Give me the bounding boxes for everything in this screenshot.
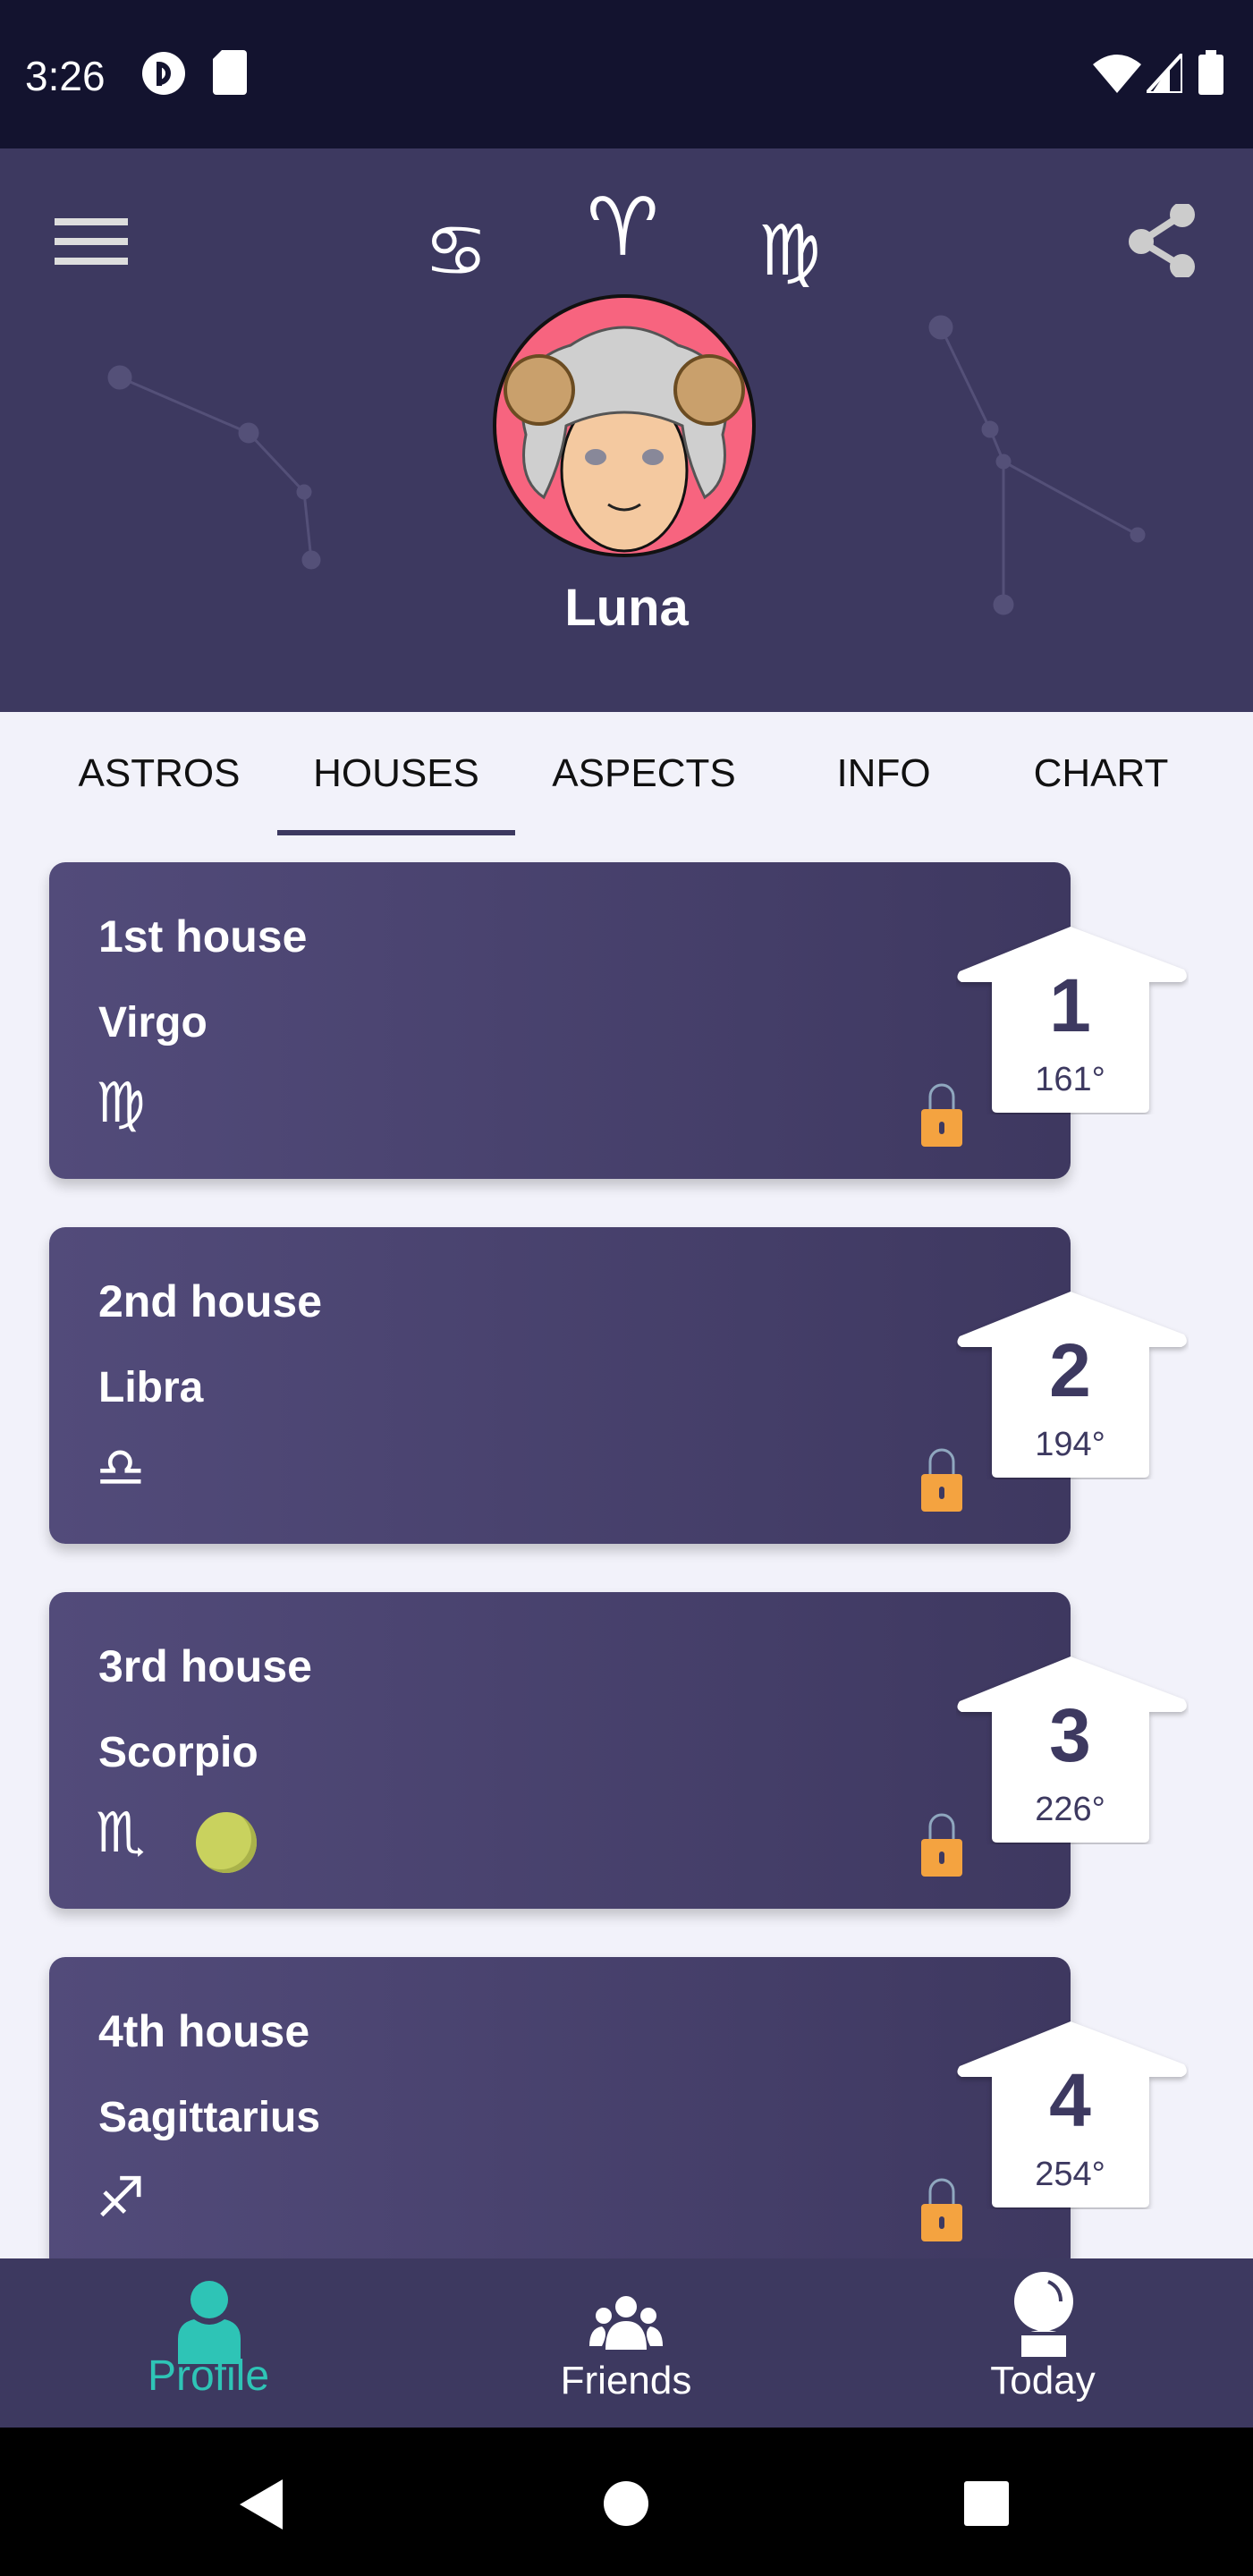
house-degree: 254°: [1035, 2156, 1105, 2193]
system-navigation-bar: [0, 2428, 1253, 2576]
tab-aspects[interactable]: ASPECTS: [528, 751, 760, 796]
nav-friends-label: Friends: [560, 2359, 692, 2402]
sd-card-icon: [213, 50, 247, 95]
crystal-ball-icon: [1014, 2272, 1073, 2357]
avatar[interactable]: [490, 292, 758, 560]
tab-bar: ASTROS HOUSES ASPECTS INFO CHART: [0, 742, 1253, 841]
nav-friends[interactable]: Friends: [492, 2258, 760, 2428]
tab-houses[interactable]: HOUSES: [280, 751, 512, 796]
house-card[interactable]: 1st house Virgo ♍︎: [49, 862, 1071, 1179]
home-icon[interactable]: [604, 2481, 648, 2526]
house-number-badge: 4 254°: [956, 2020, 1189, 2209]
sagittarius-icon: ♐︎: [96, 2165, 146, 2230]
house-number-badge: 1 161°: [956, 925, 1189, 1114]
house-degree: 161°: [1035, 1061, 1105, 1098]
house-title: 1st house: [98, 911, 308, 962]
bottom-navigation: Profile Friends Today: [0, 2258, 1253, 2428]
nav-today-label: Today: [990, 2359, 1096, 2402]
nav-profile[interactable]: Profile: [74, 2258, 343, 2428]
nav-profile-label: Profile: [147, 2352, 270, 2400]
house-sign-name: Libra: [98, 1364, 204, 1411]
house-title: 2nd house: [98, 1276, 323, 1326]
tab-astros[interactable]: ASTROS: [43, 751, 275, 796]
house-title: 3rd house: [98, 1641, 312, 1691]
aries-icon: ♈︎: [587, 181, 659, 275]
tab-info[interactable]: INFO: [767, 751, 1000, 796]
scorpio-icon: ♏︎: [96, 1800, 146, 1865]
house-number: 1: [1049, 963, 1091, 1047]
house-number: 3: [1049, 1693, 1091, 1777]
wifi-icon: [1093, 55, 1141, 93]
virgo-icon: ♍︎: [758, 211, 821, 292]
profile-header: ♋︎ ♈︎ ♍︎ Luna: [0, 148, 1253, 712]
tab-chart[interactable]: CHART: [985, 751, 1217, 796]
house-degree: 226°: [1035, 1791, 1105, 1828]
status-bar: 3:26: [0, 0, 1253, 148]
active-tab-indicator: [277, 830, 515, 835]
house-number: 4: [1049, 2058, 1091, 2142]
share-icon[interactable]: [1129, 204, 1197, 277]
nav-today[interactable]: Today: [909, 2258, 1177, 2428]
recents-icon[interactable]: [964, 2481, 1009, 2526]
hamburger-menu-icon[interactable]: [55, 218, 128, 265]
libra-icon: ♎︎: [96, 1435, 146, 1500]
house-sign-name: Sagittarius: [98, 2094, 321, 2141]
pocket-casts-icon: [142, 52, 185, 95]
house-card[interactable]: 4th house Sagittarius ♐︎: [49, 1957, 1071, 2274]
house-number-badge: 2 194°: [956, 1290, 1189, 1479]
back-icon[interactable]: [240, 2479, 284, 2529]
house-card[interactable]: 3rd house Scorpio ♏︎: [49, 1592, 1071, 1909]
house-title: 4th house: [98, 2006, 310, 2056]
virgo-icon: ♍︎: [96, 1070, 146, 1135]
house-sign-name: Virgo: [98, 999, 207, 1046]
battery-icon: [1198, 50, 1223, 95]
house-number: 2: [1049, 1328, 1091, 1412]
house-card[interactable]: 2nd house Libra ♎︎: [49, 1227, 1071, 1544]
house-sign-name: Scorpio: [98, 1729, 258, 1776]
planet-icon: [196, 1812, 257, 1873]
house-degree: 194°: [1035, 1426, 1105, 1463]
cancer-icon: ♋︎: [424, 209, 488, 292]
signal-icon: [1147, 54, 1182, 93]
status-time: 3:26: [25, 53, 106, 99]
friends-icon: [589, 2296, 663, 2350]
house-number-badge: 3 226°: [956, 1655, 1189, 1844]
profile-name: Luna: [564, 579, 689, 637]
